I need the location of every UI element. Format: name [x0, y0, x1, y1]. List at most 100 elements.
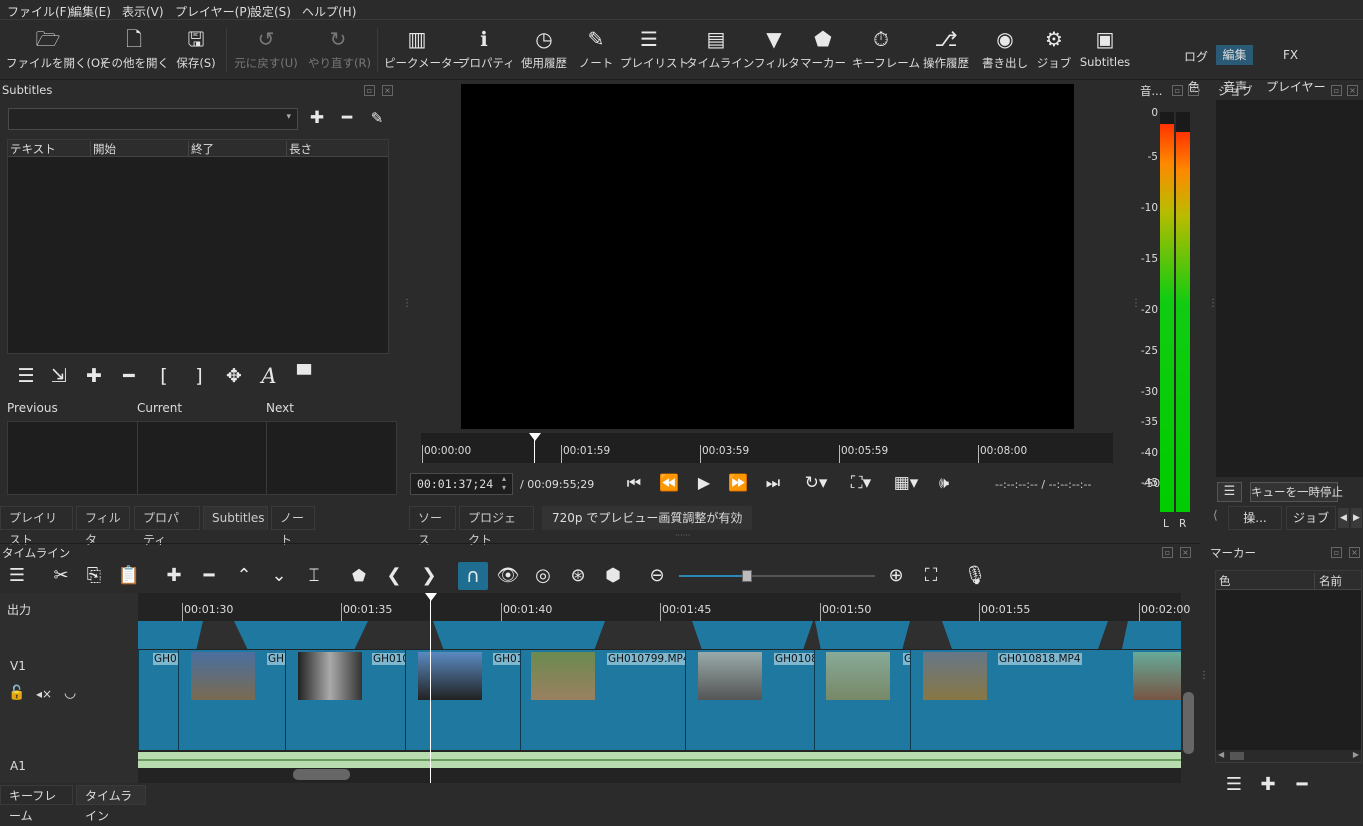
close-icon[interactable]: ×	[1188, 85, 1199, 96]
tab-source[interactable]: ソース	[409, 506, 456, 547]
recent-button[interactable]: ◷ 使用履歴	[518, 26, 570, 76]
layout-fx[interactable]: FX	[1283, 48, 1298, 62]
jobs-button[interactable]: ⚙ ジョブ	[1034, 26, 1074, 76]
ripple-markers-icon[interactable]: ⬢	[601, 565, 625, 587]
player-scrubber[interactable]: 00:00:00 00:01:59 00:03:59 00:05:59 00:0…	[421, 433, 1113, 463]
tab-subtitles[interactable]: Subtitles	[203, 506, 268, 530]
timeline-clip[interactable]: GH01	[138, 650, 178, 750]
open-file-button[interactable]: 🗁 ファイルを開く(O)	[6, 26, 105, 76]
tab-timeline[interactable]: タイムライン	[76, 785, 146, 823]
transition-bar[interactable]	[433, 621, 605, 649]
markers-button[interactable]: ⬟ マーカー	[800, 26, 846, 76]
timeline-vertical-scrollbar[interactable]	[1183, 692, 1194, 754]
next-marker-icon[interactable]: ❯	[417, 565, 441, 587]
column-end[interactable]: 終了	[188, 141, 214, 157]
menu-settings[interactable]: 設定(S)	[250, 3, 291, 20]
tab-project[interactable]: プロジェクト	[459, 506, 534, 547]
splitter-handle[interactable]: ⋮	[1131, 298, 1141, 309]
menu-icon[interactable]: ☰	[14, 365, 38, 387]
scroll-left-icon[interactable]: ◀	[1218, 750, 1224, 759]
close-icon[interactable]: ×	[1180, 547, 1191, 558]
add-marker-button-icon[interactable]: ✚	[1256, 774, 1280, 796]
peak-meter-button[interactable]: ▥ ピークメーター	[384, 26, 464, 76]
playlist-button[interactable]: ☰ プレイリスト	[620, 26, 689, 76]
transition-bar[interactable]	[942, 621, 1108, 649]
text-style-icon[interactable]: A	[257, 365, 281, 387]
tab-scroll-left-icon[interactable]: ⟨	[1213, 508, 1218, 522]
column-name[interactable]: 名前	[1314, 573, 1342, 589]
scrub-audio-icon[interactable]: 👁	[496, 565, 520, 587]
timeline-clip[interactable]: GH	[178, 650, 285, 750]
hide-icon[interactable]: ◡	[64, 685, 76, 701]
transition-bar[interactable]	[138, 621, 203, 649]
tab-scroll-left-button-icon[interactable]: ◀	[1338, 508, 1349, 528]
ripple-delete-icon[interactable]: ━	[197, 565, 221, 587]
paste-icon[interactable]: 📋	[117, 565, 141, 587]
zoom-fit-icon[interactable]: ⛶▾	[842, 472, 880, 494]
menu-help[interactable]: ヘルプ(H)	[302, 3, 356, 20]
float-icon[interactable]: ▫	[1331, 547, 1342, 558]
add-track-icon[interactable]: ✚	[307, 107, 327, 129]
import-icon[interactable]: ⇲	[47, 365, 71, 387]
tab-keyframes[interactable]: キーフレーム	[0, 785, 73, 823]
audio-track-waveform[interactable]	[138, 752, 1181, 768]
timeline-menu-icon[interactable]: ☰	[5, 565, 29, 587]
tab-jobs[interactable]: ジョブ	[1286, 506, 1336, 530]
grid-icon[interactable]: ▦▾	[886, 472, 926, 494]
column-start[interactable]: 開始	[90, 141, 116, 157]
snap-magnet-icon[interactable]: ∩	[458, 562, 488, 590]
menu-edit[interactable]: 編集(E)	[70, 3, 111, 20]
close-icon[interactable]: ×	[1349, 547, 1360, 558]
splitter-handle[interactable]: ⋮	[1199, 670, 1209, 681]
save-button[interactable]: 🖫 保存(S)	[174, 26, 218, 76]
transition-bar[interactable]	[692, 621, 813, 649]
rewind-icon[interactable]: ⏪	[657, 472, 681, 494]
close-icon[interactable]: ×	[382, 85, 393, 96]
add-marker-icon[interactable]: ⬟	[347, 565, 371, 587]
timeline-playhead[interactable]	[430, 600, 431, 783]
jobs-menu-icon[interactable]: ☰	[1217, 482, 1242, 502]
zoom-fit-timeline-icon[interactable]: ⛶	[919, 565, 943, 587]
zoom-slider-handle[interactable]	[742, 570, 752, 582]
ripple-icon[interactable]: ◎	[531, 565, 555, 587]
tab-scroll-right-button-icon[interactable]: ▶	[1351, 508, 1362, 528]
mute-icon[interactable]: ◂×	[36, 687, 52, 701]
timeline-clip[interactable]: GH0108	[685, 650, 814, 750]
set-start-icon[interactable]: [	[152, 365, 176, 387]
timeline-clip[interactable]: GH010799.MP4	[520, 650, 685, 750]
filters-button[interactable]: ▼ フィルタ	[754, 26, 800, 76]
open-other-button[interactable]: 🗋 その他を開く	[100, 26, 169, 76]
scrollbar-thumb[interactable]	[1230, 752, 1244, 760]
tab-history[interactable]: 操...	[1228, 506, 1282, 530]
scroll-right-icon[interactable]: ▶	[1353, 750, 1359, 759]
timeline-playhead-marker-icon[interactable]	[425, 593, 437, 601]
tab-playlist[interactable]: プレイリスト	[0, 506, 73, 547]
menu-file[interactable]: ファイル(F)	[7, 3, 71, 20]
float-icon[interactable]: ▫	[1162, 547, 1173, 558]
subtitles-button[interactable]: ▣ Subtitles	[1078, 26, 1132, 76]
play-icon[interactable]: ▶	[692, 472, 716, 494]
spin-arrows-icon[interactable]: ▴ ▾	[502, 474, 506, 492]
undo-button[interactable]: ↺ 元に戻す(U)	[234, 26, 298, 76]
export-button[interactable]: ◉ 書き出し	[982, 26, 1028, 76]
zoom-out-icon[interactable]: ⊖	[645, 565, 669, 587]
timeline-clip[interactable]: GH01	[405, 650, 520, 750]
timecode-input[interactable]: 00:01:37;24	[410, 473, 513, 495]
timeline-clip[interactable]: GH010	[285, 650, 405, 750]
lock-icon[interactable]: 🔓	[8, 685, 25, 701]
remove-icon[interactable]: ━	[117, 365, 141, 387]
tab-notes[interactable]: ノート	[271, 506, 315, 547]
cut-icon[interactable]: ✂	[49, 565, 73, 587]
column-color[interactable]: 色	[1219, 573, 1231, 589]
transition-bar[interactable]	[1122, 621, 1181, 649]
overwrite-icon[interactable]: ⌄	[267, 565, 291, 587]
tab-properties[interactable]: プロパティ	[134, 506, 200, 547]
layout-editing[interactable]: 編集	[1216, 45, 1253, 65]
menu-view[interactable]: 表示(V)	[122, 3, 164, 20]
playhead-marker-icon[interactable]	[529, 433, 541, 441]
close-icon[interactable]: ×	[1347, 85, 1358, 96]
volume-icon[interactable]: 🕪	[932, 472, 956, 494]
timeline-clip[interactable]: G	[814, 650, 910, 750]
speech-to-text-icon[interactable]: ▀	[291, 365, 317, 387]
copy-icon[interactable]: ⎘	[82, 565, 106, 587]
